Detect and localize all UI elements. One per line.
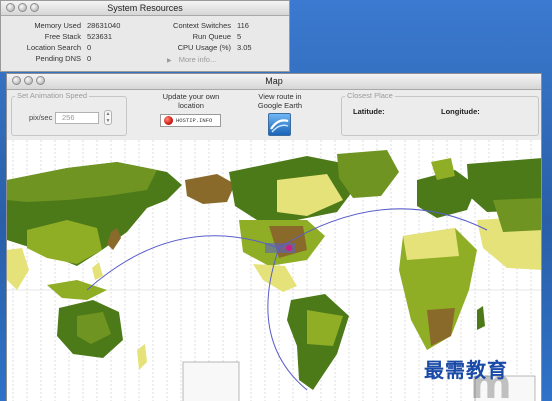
closest-place-group	[341, 96, 539, 136]
longitude-label: Longitude:	[441, 107, 480, 116]
map-legend-box	[182, 361, 240, 401]
route-label-line2: Google Earth	[257, 101, 303, 110]
stat-row: Free Stack 523631 Run Queue 5	[1, 32, 291, 42]
minimize-window-button[interactable]	[18, 3, 27, 12]
update-location-line1: Update your own	[162, 92, 220, 101]
stat-value: 0	[87, 54, 92, 63]
new-zealand	[137, 344, 147, 370]
hostip-button[interactable]: HOSTIP.INFO	[160, 114, 221, 127]
stat-value: 28631040	[87, 21, 121, 30]
hostip-logo-icon	[164, 116, 173, 125]
map-titlebar[interactable]: Map	[7, 74, 541, 90]
animation-speed-title: Set Animation Speed	[15, 91, 90, 100]
system-resources-title: System Resources	[107, 3, 183, 13]
disclosure-triangle-icon[interactable]: ▶	[167, 58, 172, 64]
closest-place-title: Closest Place	[345, 91, 395, 100]
google-earth-glyph-icon	[270, 119, 289, 133]
stat-row: Memory Used 28631040 Context Switches 11…	[1, 21, 291, 31]
india-region	[7, 248, 29, 290]
philippines	[92, 262, 103, 280]
stat-label: Memory Used	[34, 21, 81, 30]
stat-label: Context Switches	[173, 21, 231, 30]
africa-north	[403, 228, 459, 260]
window-controls	[6, 3, 39, 12]
close-window-button[interactable]	[6, 3, 15, 12]
alaska	[185, 174, 235, 204]
madagascar	[477, 306, 485, 330]
zoom-window-button[interactable]	[30, 3, 39, 12]
route-label-line1: View route in	[258, 92, 302, 101]
southeast-asia	[47, 280, 107, 300]
speed-input[interactable]: 256	[55, 112, 99, 124]
system-resources-titlebar[interactable]: System Resources	[1, 1, 289, 16]
stat-label: Pending DNS	[35, 54, 81, 63]
speed-unit-label: pix/sec	[29, 113, 53, 122]
mexico	[253, 264, 297, 292]
stat-label: CPU Usage (%)	[177, 43, 231, 52]
more-info-label: More info...	[178, 55, 217, 64]
route-label: View route in Google Earth	[247, 92, 313, 110]
minimize-window-button[interactable]	[24, 76, 33, 85]
hostip-button-label: HOSTIP.INFO	[176, 117, 213, 124]
close-window-button[interactable]	[12, 76, 21, 85]
more-info-link[interactable]: ▶ More info...	[167, 55, 216, 64]
stat-label: Run Queue	[192, 32, 231, 41]
window-controls	[12, 76, 45, 85]
stat-value: 523631	[87, 32, 113, 41]
stat-row: Location Search 0 CPU Usage (%) 3.05	[1, 43, 291, 53]
stat-label: Location Search	[26, 43, 81, 52]
watermark-text: 最需教育	[424, 358, 508, 382]
africa-south	[427, 308, 455, 346]
map-toolbar: Set Animation Speed pix/sec 256 ▲ ▼ Updat…	[7, 90, 541, 138]
location-marker[interactable]	[265, 243, 295, 253]
zoom-window-button[interactable]	[36, 76, 45, 85]
stat-value: 5	[237, 32, 242, 41]
stat-value: 3.05	[237, 43, 252, 52]
update-location-label: Update your own location	[147, 92, 235, 110]
update-location-line2: location	[178, 101, 204, 110]
system-resources-window: System Resources Memory Used 28631040 Co…	[0, 0, 290, 72]
speed-stepper[interactable]: ▲ ▼	[104, 110, 112, 125]
desktop: System Resources Memory Used 28631040 Co…	[0, 0, 552, 401]
google-earth-icon[interactable]	[268, 113, 291, 136]
stat-label: Free Stack	[44, 32, 81, 41]
stat-row: Pending DNS 0	[1, 54, 291, 64]
map-title: Map	[265, 76, 283, 86]
stat-value: 116	[237, 21, 249, 30]
latitude-label: Latitude:	[353, 107, 385, 116]
map-window: Map Set Animation Speed pix/sec 256 ▲ ▼ U…	[6, 73, 542, 401]
stat-value: 0	[87, 43, 92, 52]
